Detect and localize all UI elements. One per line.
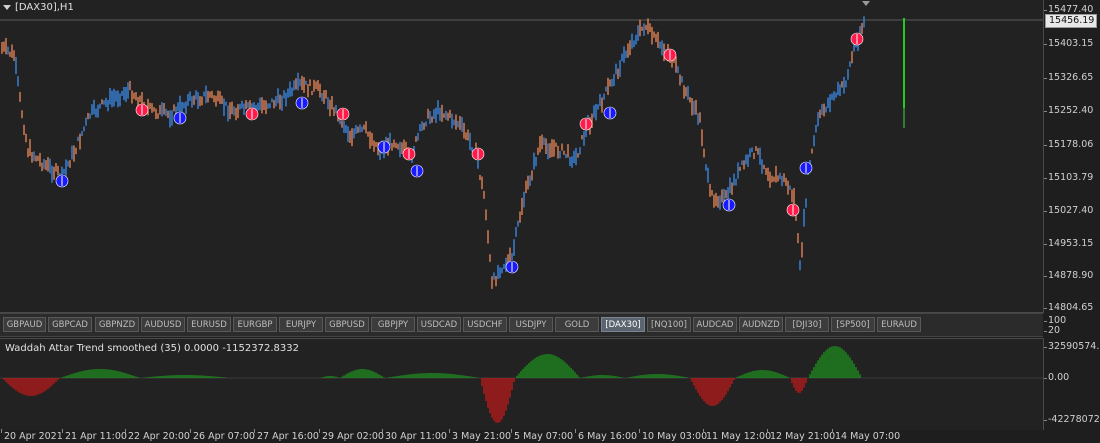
current-price-badge: 15456.19 [1045,14,1097,28]
symbol-button-eurusd[interactable]: EURUSD [187,317,231,332]
last-price-marker-icon [862,1,870,6]
price-axis-label: 15027.40 [1043,205,1094,216]
price-axis-label: 15403.15 [1043,38,1094,49]
indicator-axis-label: 0.00 [1043,372,1070,383]
mt4-chart-window: [DAX30],H1 15477.40 15403.15 15326.65 15252… [0,0,1100,443]
indicator-axis: 32590574.8 0.00 -42278072 [1043,338,1100,430]
price-axis-label: 14953.15 [1043,238,1094,249]
symbol-button-gbpjpy[interactable]: GBPJPY [371,317,415,332]
symbol-button-gbpusd[interactable]: GBPUSD [325,317,369,332]
indicator-params: (35) 0.0000 -1152372.8332 [160,343,299,354]
price-axis-label: 15326.65 [1043,72,1094,83]
price-axis-label: 15103.79 [1043,172,1094,183]
symbol-button-dji30[interactable]: [DJI30] [785,317,829,332]
time-axis-label: 27 Apr 16:00 [254,429,319,442]
symbol-button-gbpaud[interactable]: GBPAUD [3,317,46,332]
symbol-button-usdcad[interactable]: USDCAD [417,317,461,332]
symbol-button-sp500[interactable]: [SP500] [831,317,875,332]
price-chart-pane[interactable]: [DAX30],H1 [0,0,1044,313]
price-axis-label: 15178.06 [1043,139,1094,150]
time-axis-label: 21 Apr 11:00 [62,429,127,442]
time-axis-label: 3 May 21:00 [448,429,512,442]
price-chart-canvas [0,1,1043,289]
price-axis-label: 15252.40 [1043,105,1094,116]
symbol-button-gbpcad[interactable]: GBPCAD [48,317,92,332]
price-axis-label: 14878.90 [1043,270,1094,281]
time-axis-label: 22 Apr 20:00 [125,429,190,442]
time-axis-label: 26 Apr 07:00 [190,429,255,442]
time-axis-label: 11 May 12:00 [702,429,772,442]
time-axis-label: 20 Apr 2021 [1,429,63,442]
symbol-button-dax30[interactable]: [DAX30] [601,317,645,332]
symbol-button-audcad[interactable]: AUDCAD [693,317,737,332]
symbol-button-nq100[interactable]: [NQ100] [647,317,691,332]
symbol-button-eurgbp[interactable]: EURGBP [233,317,277,332]
symbol-buttons-bar: GBPAUD GBPCAD GBPNZD AUDUSD EURUSD EURGBP EURJ… [0,313,1043,337]
indicator-axis-label: 32590574.8 [1043,341,1100,352]
symbol-button-audnzd[interactable]: AUDNZD [739,317,783,332]
symbol-axis-label: 20 [1043,325,1061,336]
time-axis-label: 10 May 03:00 [638,429,708,442]
symbol-button-usdchf[interactable]: USDCHF [463,317,507,332]
time-axis: 20 Apr 2021 21 Apr 11:00 22 Apr 20:00 26 Ap… [0,429,1100,443]
chart-title: [DAX30],H1 [15,2,74,13]
time-axis-label: 14 May 07:00 [831,429,901,442]
symbol-button-eurjpy[interactable]: EURJPY [279,317,323,332]
symbol-button-euraud[interactable]: EURAUD [877,317,921,332]
time-axis-label: 6 May 16:00 [574,429,638,442]
time-axis-label: 30 Apr 11:00 [382,429,447,442]
indicator-name: Waddah Attar Trend smoothed [5,343,158,354]
symbol-button-audusd[interactable]: AUDUSD [141,317,185,332]
price-axis-label: 14804.65 [1043,302,1094,313]
time-axis-label: 5 May 07:00 [510,429,574,442]
time-axis-label: 29 Apr 02:00 [319,429,384,442]
dropdown-triangle-icon[interactable] [3,5,11,10]
symbol-button-gold[interactable]: GOLD [555,317,599,332]
symbol-button-usdjpy[interactable]: USDJPY [509,317,553,332]
chart-title-box[interactable]: [DAX30],H1 [3,2,74,13]
price-axis: 15477.40 15403.15 15326.65 15252.40 15178.06… [1043,0,1100,313]
symbol-button-gbpnzd[interactable]: GBPNZD [95,317,139,332]
symbol-axis: 100 20 [1043,313,1100,337]
indicator-pane[interactable]: Waddah Attar Trend smoothed (35) 0.0000 … [0,338,1044,431]
time-axis-label: 12 May 21:00 [766,429,836,442]
indicator-axis-label: -42278072 [1044,414,1100,425]
indicator-title: Waddah Attar Trend smoothed (35) 0.0000 … [5,343,299,354]
